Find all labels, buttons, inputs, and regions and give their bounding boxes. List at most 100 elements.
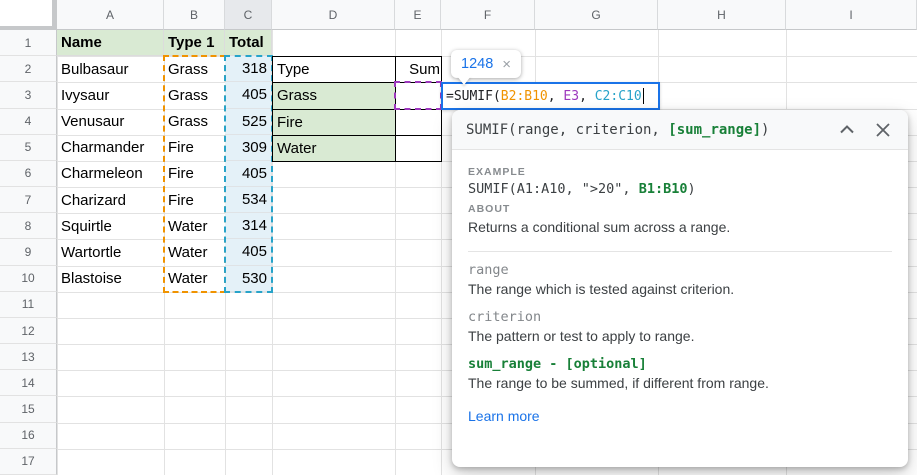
close-icon xyxy=(876,123,890,137)
signature-optional-arg: [sum_range] xyxy=(668,122,761,138)
cell-B7[interactable]: Fire xyxy=(164,187,225,213)
text-cursor xyxy=(643,88,644,104)
row-header-14[interactable]: 14 xyxy=(0,370,57,396)
example-code-suffix: ) xyxy=(687,181,695,197)
row-header-17[interactable]: 17 xyxy=(0,449,57,475)
row-header-5[interactable]: 5 xyxy=(0,135,57,161)
cell-B8[interactable]: Water xyxy=(164,213,225,239)
row-header-4[interactable]: 4 xyxy=(0,109,57,135)
row-header-1[interactable]: 1 xyxy=(0,30,57,56)
row-header-11[interactable]: 11 xyxy=(0,292,57,318)
cell-E2[interactable]: Type xyxy=(272,56,396,83)
divider xyxy=(468,251,892,252)
about-label: ABOUT xyxy=(468,203,892,215)
cell-B10[interactable]: Water xyxy=(164,266,225,292)
cell-A5[interactable]: Charmander xyxy=(57,135,164,161)
formula-token: E3 xyxy=(563,89,579,104)
row-header-2[interactable]: 2 xyxy=(0,56,57,82)
row-header-13[interactable]: 13 xyxy=(0,344,57,370)
function-signature: SUMIF(range, criterion, [sum_range]) xyxy=(466,122,822,138)
cell-F5[interactable] xyxy=(395,135,442,162)
cell-C3[interactable]: 405 xyxy=(225,82,272,108)
column-header-B[interactable]: B xyxy=(164,0,225,30)
cell-F4[interactable] xyxy=(395,109,442,136)
signature-suffix: ) xyxy=(761,122,769,138)
cell-A4[interactable]: Venusaur xyxy=(57,109,164,135)
cell-A8[interactable]: Squirtle xyxy=(57,213,164,239)
collapse-button[interactable] xyxy=(836,119,858,141)
cell-C2[interactable]: 318 xyxy=(225,56,272,82)
column-header-H[interactable]: H xyxy=(658,0,786,30)
formula-editor[interactable]: =SUMIF(B2:B10, E3, C2:C10 xyxy=(441,82,660,110)
param-name-range: range xyxy=(468,262,892,278)
chevron-up-icon xyxy=(840,125,854,134)
column-header-F[interactable]: F xyxy=(441,0,535,30)
cell-C5[interactable]: 309 xyxy=(225,135,272,161)
example-code-highlight: B1:B10 xyxy=(639,181,688,197)
row-header-8[interactable]: 8 xyxy=(0,213,57,239)
column-header-I[interactable]: I xyxy=(786,0,917,30)
cell-C6[interactable]: 405 xyxy=(225,161,272,187)
cell-B6[interactable]: Fire xyxy=(164,161,225,187)
example-code-prefix: SUMIF(A1:A10, ">20", xyxy=(468,181,639,197)
row-header-6[interactable]: 6 xyxy=(0,161,57,187)
cell-E4[interactable]: Fire xyxy=(272,109,396,136)
example-label: EXAMPLE xyxy=(468,166,892,178)
cell-C10[interactable]: 530 xyxy=(225,266,272,292)
chip-pointer xyxy=(457,76,471,85)
formula-token: B2:B10 xyxy=(501,89,548,104)
cell-A3[interactable]: Ivysaur xyxy=(57,82,164,108)
formula-token: =SUMIF( xyxy=(446,89,501,104)
param-desc-sum-range: The range to be summed, if different fro… xyxy=(468,374,892,393)
cell-B9[interactable]: Water xyxy=(164,239,225,265)
cell-B1[interactable]: Type 1 xyxy=(164,30,225,56)
column-header-D[interactable]: D xyxy=(272,0,395,30)
cell-E3[interactable]: Grass xyxy=(272,82,396,109)
column-header-G[interactable]: G xyxy=(535,0,658,30)
example-code: SUMIF(A1:A10, ">20", B1:B10) xyxy=(468,181,892,197)
row-header-16[interactable]: 16 xyxy=(0,423,57,449)
cell-A10[interactable]: Blastoise xyxy=(57,266,164,292)
column-header-E[interactable]: E xyxy=(395,0,441,30)
select-all-corner[interactable] xyxy=(0,0,57,30)
row-header-10[interactable]: 10 xyxy=(0,266,57,292)
cell-E5[interactable]: Water xyxy=(272,135,396,162)
row-header-12[interactable]: 12 xyxy=(0,318,57,344)
cell-B3[interactable]: Grass xyxy=(164,82,225,108)
learn-more-link[interactable]: Learn more xyxy=(468,408,540,424)
param-desc-criterion: The pattern or test to apply to range. xyxy=(468,327,892,346)
cell-C9[interactable]: 405 xyxy=(225,239,272,265)
spreadsheet-grid: =SUMIF(B2:B10, E3, C2:C10 1248 × SUMIF(r… xyxy=(0,0,917,475)
row-header-15[interactable]: 15 xyxy=(0,396,57,422)
cell-A1[interactable]: Name xyxy=(57,30,164,56)
param-name-criterion: criterion xyxy=(468,309,892,325)
chip-close-icon[interactable]: × xyxy=(502,57,511,72)
signature-prefix: SUMIF(range, criterion, xyxy=(466,122,668,138)
cell-A2[interactable]: Bulbasaur xyxy=(57,56,164,82)
row-header-7[interactable]: 7 xyxy=(0,187,57,213)
close-button[interactable] xyxy=(872,119,894,141)
function-help-header: SUMIF(range, criterion, [sum_range]) xyxy=(452,110,908,150)
cell-C4[interactable]: 525 xyxy=(225,109,272,135)
function-help-body: EXAMPLE SUMIF(A1:A10, ">20", B1:B10) ABO… xyxy=(452,150,908,440)
cell-F2[interactable]: Sum xyxy=(395,56,442,83)
function-help-panel: SUMIF(range, criterion, [sum_range]) EXA… xyxy=(452,110,908,467)
formula-token: , xyxy=(579,89,595,104)
formula-result-value: 1248 xyxy=(461,56,493,72)
column-header-A[interactable]: A xyxy=(57,0,164,30)
column-header-C[interactable]: C xyxy=(225,0,272,30)
row-header-3[interactable]: 3 xyxy=(0,82,57,108)
cell-C1[interactable]: Total xyxy=(225,30,272,56)
formula-result-chip: 1248 × xyxy=(451,50,521,78)
cell-A6[interactable]: Charmeleon xyxy=(57,161,164,187)
cell-C8[interactable]: 314 xyxy=(225,213,272,239)
cell-B5[interactable]: Fire xyxy=(164,135,225,161)
cell-C7[interactable]: 534 xyxy=(225,187,272,213)
cell-B4[interactable]: Grass xyxy=(164,109,225,135)
range-highlight-E3 xyxy=(394,81,442,110)
cell-B2[interactable]: Grass xyxy=(164,56,225,82)
cell-A7[interactable]: Charizard xyxy=(57,187,164,213)
param-name-sum-range: sum_range - [optional] xyxy=(468,356,892,372)
row-header-9[interactable]: 9 xyxy=(0,239,57,265)
cell-A9[interactable]: Wartortle xyxy=(57,239,164,265)
